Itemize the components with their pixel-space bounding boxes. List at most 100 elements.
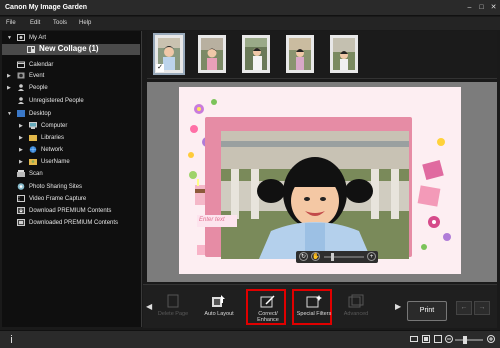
sidebar-item-label: Event bbox=[29, 73, 45, 79]
back-button[interactable]: ← bbox=[456, 301, 472, 315]
zoom-out-icon[interactable] bbox=[445, 335, 453, 343]
auto-layout-button[interactable]: Auto Layout bbox=[199, 291, 239, 327]
sidebar-item-video-frame-capture[interactable]: Video Frame Capture bbox=[2, 194, 140, 205]
user-folder-icon bbox=[29, 158, 37, 165]
expand-arrow-icon[interactable]: ▼ bbox=[7, 111, 12, 117]
sidebar-item-my-art[interactable]: ▼ My Art bbox=[2, 33, 140, 44]
calendar-icon bbox=[17, 61, 25, 68]
people-icon bbox=[17, 84, 25, 91]
correct-enhance-icon bbox=[260, 295, 275, 308]
status-bar bbox=[0, 330, 500, 348]
my-art-icon bbox=[17, 34, 25, 41]
sidebar-item-calendar[interactable]: Calendar bbox=[2, 60, 140, 71]
zoom-slider-knob[interactable] bbox=[463, 336, 467, 344]
zoom-slider-knob[interactable] bbox=[331, 253, 334, 261]
fit-screen-icon[interactable] bbox=[410, 335, 418, 343]
menu-edit[interactable]: Edit bbox=[30, 20, 40, 26]
collage-canvas-area: Enter text ↻ ✋ + bbox=[147, 82, 497, 282]
image-thumbnail-strip: ✓ bbox=[147, 31, 497, 79]
rotate-icon[interactable]: ↻ bbox=[299, 252, 308, 261]
text-placeholder[interactable]: Enter text bbox=[199, 217, 225, 223]
sidebar-item-label: People bbox=[29, 85, 48, 91]
image-thumbnail[interactable] bbox=[286, 35, 314, 73]
expand-arrow-icon[interactable]: ▼ bbox=[7, 35, 12, 41]
sidebar-item-computer[interactable]: ▶ Computer bbox=[2, 121, 140, 132]
video-frame-icon bbox=[17, 195, 25, 202]
desktop-icon bbox=[17, 110, 25, 117]
actual-size-icon[interactable] bbox=[434, 335, 442, 343]
sidebar-item-photo-sharing-sites[interactable]: Photo Sharing Sites bbox=[2, 182, 140, 193]
app-title: Canon My Image Garden bbox=[5, 4, 88, 11]
sidebar-item-network[interactable]: ▶ Network bbox=[2, 145, 140, 156]
minimize-icon[interactable]: – bbox=[465, 4, 474, 12]
sidebar-item-unregistered-people[interactable]: Unregistered People bbox=[2, 96, 140, 107]
title-bar: Canon My Image Garden – □ ✕ bbox=[0, 0, 500, 16]
delete-page-label: Delete Page bbox=[157, 311, 189, 317]
sidebar-item-new-collage[interactable]: New Collage (1) bbox=[2, 44, 140, 55]
collage-page[interactable]: Enter text bbox=[179, 87, 461, 274]
image-thumbnail[interactable] bbox=[242, 35, 270, 73]
photo-thumbnail-image bbox=[245, 38, 267, 70]
sidebar-item-desktop[interactable]: ▼ Desktop bbox=[2, 109, 140, 120]
downloaded-premium-icon bbox=[17, 219, 25, 226]
sidebar-item-label: Scan bbox=[29, 171, 43, 177]
sidebar-item-people[interactable]: ▶ People bbox=[2, 83, 140, 94]
action-bar: ◀ Delete Page Auto Layout Correct/ Enhan… bbox=[143, 284, 497, 328]
sidebar-item-label: Download PREMIUM Contents bbox=[29, 208, 112, 214]
sidebar-item-label: Downloaded PREMIUM Contents bbox=[29, 220, 119, 226]
zoom-slider-track[interactable] bbox=[324, 256, 364, 258]
girl-photo-image bbox=[221, 131, 409, 259]
correct-enhance-button[interactable]: Correct/ Enhance bbox=[246, 289, 286, 325]
full-screen-icon[interactable] bbox=[422, 335, 430, 343]
expand-arrow-icon[interactable]: ▶ bbox=[19, 147, 24, 153]
sidebar-item-label: New Collage (1) bbox=[39, 44, 99, 53]
sidebar-item-label: Computer bbox=[41, 123, 68, 129]
forward-button[interactable]: → bbox=[474, 301, 490, 315]
zoom-in-icon[interactable] bbox=[487, 335, 495, 343]
image-thumbnail[interactable] bbox=[330, 35, 358, 73]
advanced-button[interactable]: Advanced bbox=[336, 291, 376, 327]
sidebar-item-event[interactable]: ▶ Event bbox=[2, 71, 140, 82]
close-icon[interactable]: ✕ bbox=[489, 4, 498, 12]
sidebar-item-scan[interactable]: Scan bbox=[2, 169, 140, 180]
expand-arrow-icon[interactable]: ▶ bbox=[7, 85, 12, 91]
unregistered-people-icon bbox=[17, 97, 25, 104]
sidebar-item-libraries[interactable]: ▶ Libraries bbox=[2, 133, 140, 144]
print-button[interactable]: Print bbox=[407, 301, 447, 321]
sidebar-item-downloaded-premium[interactable]: Downloaded PREMIUM Contents bbox=[2, 218, 140, 229]
scroll-right-icon[interactable]: ▶ bbox=[395, 302, 401, 311]
auto-layout-icon bbox=[212, 295, 225, 307]
photo-frame[interactable] bbox=[205, 117, 412, 259]
zoom-in-icon[interactable]: + bbox=[367, 252, 376, 261]
info-icon[interactable] bbox=[10, 335, 13, 343]
image-thumbnail[interactable]: ✓ bbox=[153, 33, 185, 75]
expand-arrow-icon[interactable]: ▶ bbox=[7, 73, 12, 79]
hand-icon[interactable]: ✋ bbox=[311, 252, 320, 261]
scroll-left-icon[interactable]: ◀ bbox=[146, 302, 152, 311]
main-photo[interactable] bbox=[221, 131, 409, 259]
scan-icon bbox=[17, 170, 25, 177]
special-filters-button[interactable]: Special Filters bbox=[292, 289, 332, 325]
menu-tools[interactable]: Tools bbox=[53, 20, 67, 26]
photo-thumbnail-image bbox=[201, 38, 223, 70]
sidebar-item-label: Network bbox=[41, 147, 64, 153]
sidebar-item-label: Desktop bbox=[29, 111, 52, 117]
expand-arrow-icon[interactable]: ▶ bbox=[19, 123, 24, 129]
checkmark-icon[interactable]: ✓ bbox=[156, 64, 164, 72]
sidebar-item-label: My Art bbox=[29, 35, 47, 41]
sidebar-item-download-premium[interactable]: Download PREMIUM Contents bbox=[2, 206, 140, 217]
advanced-label: Advanced bbox=[343, 311, 369, 317]
image-thumbnail[interactable] bbox=[198, 35, 226, 73]
zoom-slider-track[interactable] bbox=[455, 339, 483, 341]
expand-arrow-icon[interactable]: ▶ bbox=[19, 135, 24, 141]
photo-thumbnail-image bbox=[333, 38, 355, 70]
menu-file[interactable]: File bbox=[6, 20, 16, 26]
special-filters-icon bbox=[306, 295, 322, 308]
sidebar-item-username[interactable]: ▶ UserName bbox=[2, 157, 140, 168]
expand-arrow-icon[interactable]: ▶ bbox=[19, 159, 24, 165]
menu-help[interactable]: Help bbox=[79, 20, 91, 26]
maximize-icon[interactable]: □ bbox=[477, 4, 486, 12]
delete-page-button[interactable]: Delete Page bbox=[153, 291, 193, 327]
collage-icon bbox=[27, 46, 35, 53]
event-icon bbox=[17, 72, 25, 79]
